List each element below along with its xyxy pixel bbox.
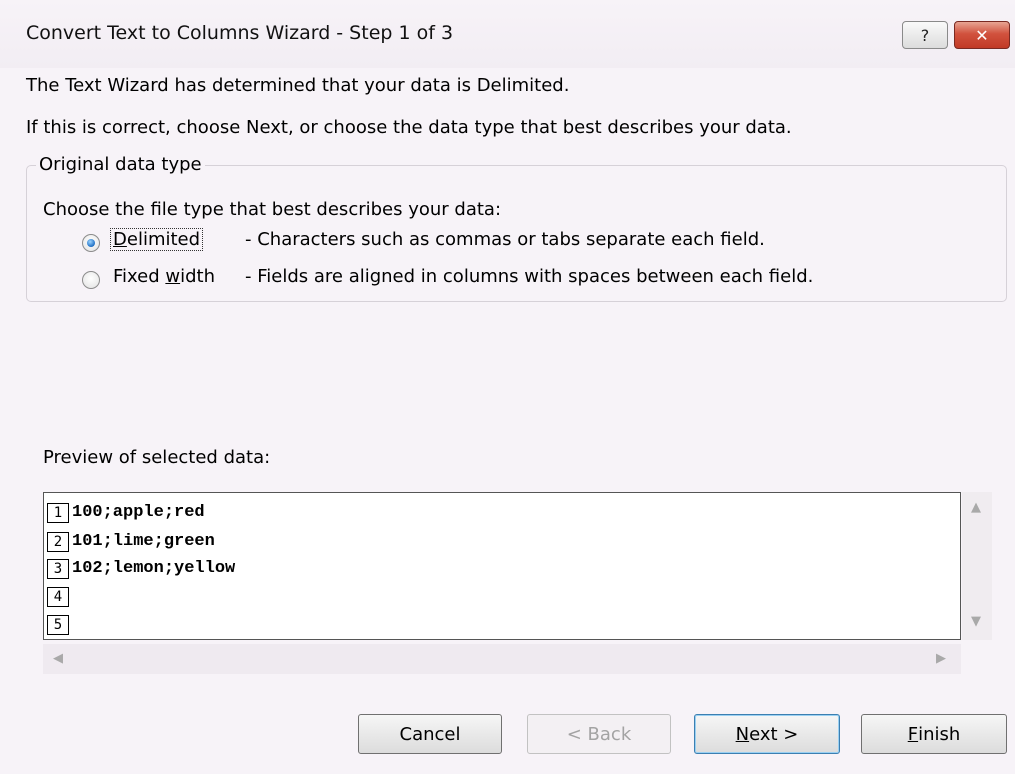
preview-row-text: 102;lemon;yellow [72, 559, 236, 578]
fixed-width-accelerator: w [165, 266, 181, 287]
preview-label: Preview of selected data: [43, 447, 271, 468]
preview-row-text: 100;apple;red [72, 503, 205, 522]
scroll-right-icon[interactable]: ▶ [936, 651, 946, 666]
fixed-width-description: - Fields are aligned in columns with spa… [245, 266, 814, 287]
scroll-up-icon[interactable]: ▲ [971, 500, 981, 515]
instruction-text: If this is correct, choose Next, or choo… [26, 117, 792, 138]
fixed-width-label-pre: Fixed [113, 266, 166, 287]
delimited-label[interactable]: Delimited [109, 228, 204, 251]
row-number: 4 [47, 587, 69, 607]
delimited-accelerator: D [113, 229, 127, 250]
fixed-width-label[interactable]: Fixed width [111, 266, 217, 287]
close-button[interactable]: ✕ [954, 21, 1010, 49]
row-number: 5 [47, 615, 69, 635]
finish-accelerator: F [907, 723, 919, 745]
next-accelerator: N [735, 723, 750, 745]
row-number: 1 [47, 503, 69, 523]
back-button[interactable]: < Back [527, 714, 671, 754]
cancel-button[interactable]: Cancel [358, 714, 502, 754]
row-number: 2 [47, 532, 69, 552]
scroll-down-icon[interactable]: ▼ [971, 614, 981, 629]
fixed-width-radio[interactable] [82, 271, 100, 289]
delimited-radio[interactable] [82, 234, 100, 252]
window-title: Convert Text to Columns Wizard - Step 1 … [26, 22, 454, 44]
vertical-scrollbar[interactable]: ▲ ▼ [962, 492, 992, 640]
help-icon: ? [920, 25, 930, 45]
finish-button[interactable]: Finish [861, 714, 1007, 754]
horizontal-scrollbar[interactable]: ◀ ▶ [43, 644, 961, 674]
next-button[interactable]: Next > [694, 714, 840, 754]
preview-row-text: 101;lime;green [72, 532, 215, 551]
group-legend: Original data type [36, 154, 205, 175]
close-icon: ✕ [975, 25, 989, 45]
detected-type-text: The Text Wizard has determined that your… [26, 75, 570, 96]
help-button[interactable]: ? [902, 21, 948, 49]
file-type-prompt: Choose the file type that best describes… [43, 199, 502, 220]
delimited-label-rest: elimited [126, 229, 201, 250]
scroll-left-icon[interactable]: ◀ [53, 651, 63, 666]
data-preview-pane[interactable]: 1 100;apple;red 2 101;lime;green 3 102;l… [43, 492, 961, 640]
row-number: 3 [47, 559, 69, 579]
finish-label-rest: inish [918, 723, 961, 745]
next-label-rest: ext > [749, 723, 799, 745]
delimited-description: - Characters such as commas or tabs sepa… [245, 229, 765, 250]
fixed-width-label-rest: idth [180, 266, 216, 287]
